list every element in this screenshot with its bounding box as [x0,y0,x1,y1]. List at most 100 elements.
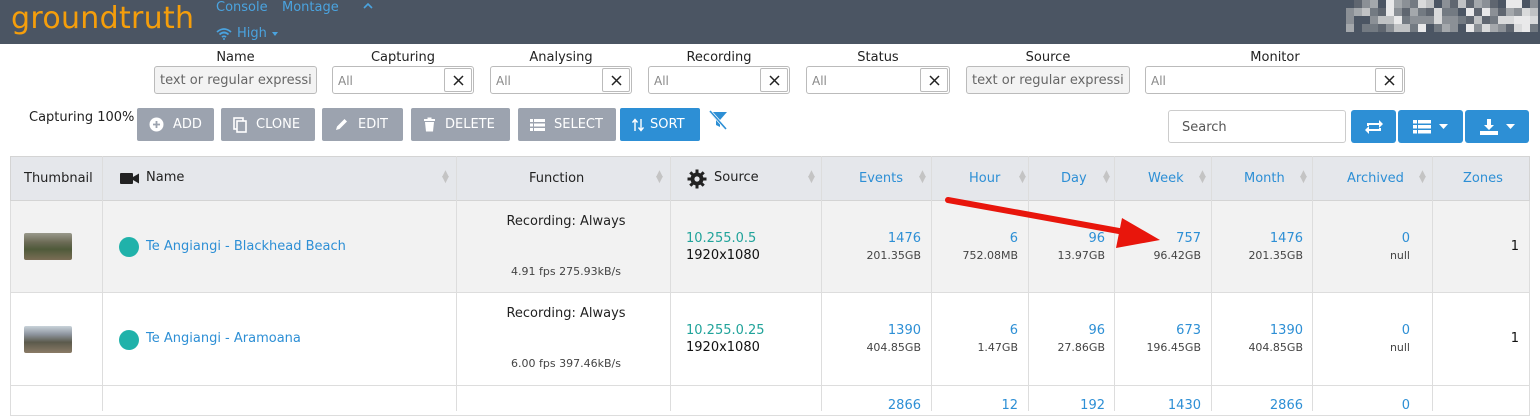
monitor-name-link[interactable]: Te Angiangi - Blackhead Beach [146,239,346,254]
download-icon [1479,118,1498,135]
archived-count[interactable]: 0 [1314,323,1410,338]
copy-icon [233,116,247,133]
filter-status-value: All [812,74,827,88]
close-icon [929,75,940,86]
add-button[interactable]: ADD [137,108,214,141]
search-input[interactable]: Search [1168,110,1346,143]
month-count[interactable]: 1476 [1213,231,1303,246]
events-count[interactable]: 1476 [823,231,921,246]
zones-count[interactable]: 1 [1491,331,1519,346]
zones-count[interactable]: 1 [1491,239,1519,254]
bandwidth-label: High [237,26,267,41]
filter-capturing-select[interactable]: All [332,66,474,94]
source-resolution: 1920x1080 [686,248,760,263]
filter-source-input[interactable]: text or regular expressi [966,66,1130,94]
monitor-thumbnail[interactable] [24,326,72,353]
column-function[interactable]: Function [529,171,584,186]
top-navbar: groundtruth Console Montage High [0,0,1540,44]
month-size: 404.85GB [1248,341,1303,354]
source-ip-link[interactable]: 10.255.0.25 [686,323,765,338]
column-source[interactable]: Source [714,170,759,185]
caret-down-icon [1439,124,1448,129]
bandwidth-dropdown[interactable]: High [216,26,278,41]
hour-size: 1.47GB [977,341,1018,354]
select-button-label: SELECT [554,117,603,132]
filter-name-placeholder: text or regular expressi [160,73,312,88]
column-thumbnail[interactable]: Thumbnail [24,171,93,186]
month-count[interactable]: 1390 [1213,323,1303,338]
select-button[interactable]: SELECT [518,108,616,141]
events-count[interactable]: 1390 [823,323,921,338]
sort-indicator-icon: ▲ ▼ [808,169,815,185]
filter-monitor-value: All [1151,74,1166,88]
monitor-thumbnail[interactable] [24,233,72,260]
add-button-label: ADD [173,117,202,132]
source-resolution: 1920x1080 [686,340,760,355]
monitor-name-link[interactable]: Te Angiangi - Aramoana [146,331,301,346]
caret-down-icon [1505,124,1515,129]
column-events[interactable]: Events [859,171,903,186]
archived-count[interactable]: 0 [1314,231,1410,246]
sort-indicator-icon: ▲ ▼ [656,169,663,185]
delete-button[interactable]: DELETE [411,108,510,141]
sort-indicator-icon: ▲ ▼ [919,169,926,185]
column-day[interactable]: Day [1061,171,1087,186]
filter-recording-select[interactable]: All [648,66,790,94]
plus-circle-icon [149,117,164,132]
column-month[interactable]: Month [1244,171,1285,186]
filter-source-placeholder: text or regular expressi [972,73,1124,88]
source-ip-link[interactable]: 10.255.0.5 [686,231,756,246]
column-zones[interactable]: Zones [1463,171,1503,186]
filter-analysing-select[interactable]: All [490,66,632,94]
clear-capturing-button[interactable] [444,68,472,92]
close-icon [611,75,622,86]
day-count[interactable]: 96 [1030,323,1105,338]
trash-icon [424,117,435,132]
filter-capturing-value: All [338,74,353,88]
filter-monitor-select[interactable]: All [1145,66,1405,94]
monitor-function[interactable]: Recording: Always [459,214,673,229]
filter-name-label: Name [216,50,255,65]
clear-analysing-button[interactable] [602,68,630,92]
columns-toggle-button[interactable] [1398,110,1463,143]
caret-down-icon [271,31,278,36]
sort-indicator-icon: ▲ ▼ [442,169,449,185]
clone-button-label: CLONE [256,117,301,132]
wifi-icon [216,27,232,40]
nav-console-link[interactable]: Console [216,0,268,15]
filter-status-select[interactable]: All [806,66,950,94]
filter-off-icon[interactable] [707,110,729,134]
edit-button[interactable]: EDIT [322,108,403,141]
sort-indicator-icon: ▲ ▼ [1419,169,1426,185]
sort-button[interactable]: SORT [620,108,700,141]
monitor-fps: 4.91 fps 275.93kB/s [511,265,621,278]
filter-source-label: Source [1025,50,1071,65]
export-button[interactable] [1465,110,1529,143]
column-name[interactable]: Name [146,170,184,185]
column-archived[interactable]: Archived [1347,171,1404,186]
filter-name-input[interactable]: text or regular expressi [154,66,317,94]
clone-button[interactable]: CLONE [221,108,315,141]
column-week[interactable]: Week [1148,171,1184,186]
close-icon [1384,75,1395,86]
clear-monitor-button[interactable] [1375,68,1403,92]
hour-count[interactable]: 6 [933,323,1018,338]
week-count[interactable]: 673 [1116,323,1201,338]
redacted-user-area [1330,0,1540,32]
refresh-button[interactable] [1351,110,1396,143]
monitor-function[interactable]: Recording: Always [459,306,673,321]
brand-logo[interactable]: groundtruth [11,1,194,36]
gear-icon [687,169,707,189]
nav-montage-link[interactable]: Montage [282,0,339,15]
clear-status-button[interactable] [920,68,948,92]
column-hour[interactable]: Hour [969,171,1000,186]
table-row[interactable]: Te Angiangi - Blackhead Beach Recording:… [10,201,1530,293]
collapse-nav-icon[interactable] [363,0,373,15]
status-dot [119,237,139,257]
list-icon [530,118,545,131]
table-row[interactable]: Te Angiangi - Aramoana Recording: Always… [10,293,1530,386]
week-size: 196.45GB [1146,341,1201,354]
clear-recording-button[interactable] [760,68,788,92]
events-size: 201.35GB [866,249,921,262]
sort-arrows-icon [632,117,644,132]
